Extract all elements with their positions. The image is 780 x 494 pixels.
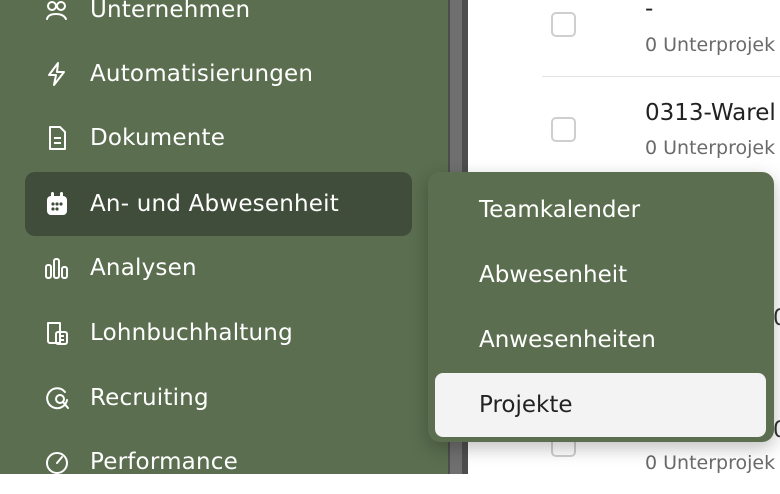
sidebar: Unternehmen Automatisierungen Dokumente xyxy=(0,0,448,475)
submenu-item-label: Abwesenheit xyxy=(479,262,628,288)
row-divider xyxy=(542,76,780,77)
bar-chart-icon xyxy=(43,254,71,282)
row-checkbox[interactable] xyxy=(551,12,576,37)
sidebar-item-performance[interactable]: Performance xyxy=(25,430,412,494)
sidebar-item-label: Performance xyxy=(90,449,238,475)
submenu-item-anwesenheiten[interactable]: Anwesenheiten xyxy=(435,308,766,372)
sidebar-item-label: Recruiting xyxy=(90,385,209,411)
sidebar-item-label: Analysen xyxy=(90,255,197,281)
document-icon xyxy=(43,124,71,152)
company-icon xyxy=(43,0,71,24)
payroll-icon xyxy=(43,319,71,347)
sidebar-item-lohnbuchhaltung[interactable]: Lohnbuchhaltung xyxy=(25,301,412,365)
recruiting-icon xyxy=(43,384,71,412)
row-title-fragment: 0 xyxy=(773,306,780,331)
submenu-item-label: Projekte xyxy=(479,392,573,418)
row-title[interactable]: 0313-Warel xyxy=(645,100,776,126)
sidebar-item-analysen[interactable]: Analysen xyxy=(25,236,412,300)
sidebar-item-label: Lohnbuchhaltung xyxy=(90,320,293,346)
submenu-item-label: Anwesenheiten xyxy=(479,327,656,353)
submenu-item-abwesenheit[interactable]: Abwesenheit xyxy=(435,243,766,307)
submenu-item-label: Teamkalender xyxy=(479,197,641,223)
submenu-item-teamkalender[interactable]: Teamkalender xyxy=(435,178,766,242)
row-subtitle: 0 Unterprojek xyxy=(645,34,776,56)
sidebar-item-unternehmen[interactable]: Unternehmen xyxy=(25,0,412,42)
sidebar-item-recruiting[interactable]: Recruiting xyxy=(25,366,412,430)
row-subtitle: 0 Unterprojek xyxy=(645,452,776,474)
sidebar-item-dokumente[interactable]: Dokumente xyxy=(25,106,412,170)
absence-submenu: Teamkalender Abwesenheit Anwesenheiten P… xyxy=(428,172,774,442)
gauge-icon xyxy=(43,448,71,476)
sidebar-item-an-und-abwesenheit[interactable]: An- und Abwesenheit xyxy=(25,172,412,236)
calendar-icon xyxy=(43,190,71,218)
row-title[interactable]: - xyxy=(645,0,653,22)
row-title-fragment: 0 xyxy=(773,418,780,443)
lightning-icon xyxy=(43,60,71,88)
sidebar-item-label: Automatisierungen xyxy=(90,61,314,87)
submenu-item-projekte[interactable]: Projekte xyxy=(435,373,766,437)
row-subtitle: 0 Unterprojek xyxy=(645,137,776,159)
row-checkbox[interactable] xyxy=(551,117,576,142)
sidebar-item-label: An- und Abwesenheit xyxy=(90,191,339,217)
sidebar-item-automatisierungen[interactable]: Automatisierungen xyxy=(25,42,412,106)
sidebar-item-label: Dokumente xyxy=(90,125,226,151)
sidebar-item-label: Unternehmen xyxy=(90,0,251,23)
